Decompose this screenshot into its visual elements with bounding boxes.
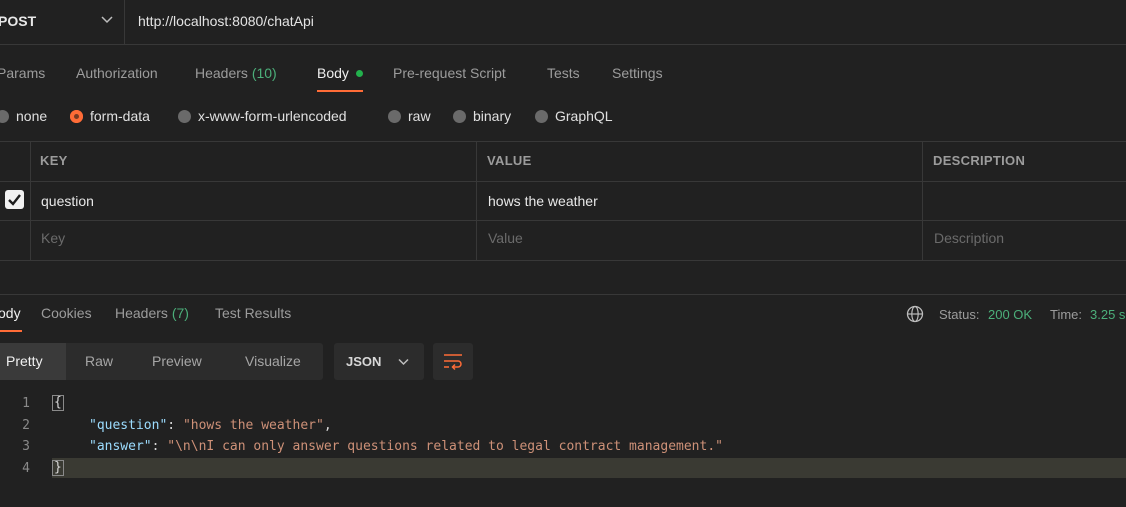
tab-headers[interactable]: Headers (10) (195, 65, 277, 81)
tab-authorization[interactable]: Authorization (76, 65, 158, 81)
table-column-divider (30, 141, 31, 260)
radio-circle (388, 110, 401, 123)
body-indicator-dot (356, 70, 363, 77)
view-visualize-button[interactable]: Visualize (245, 343, 301, 380)
new-key-input[interactable]: Key (41, 230, 65, 246)
new-value-input[interactable]: Value (488, 230, 523, 246)
format-label: JSON (346, 354, 382, 369)
json-key: "answer" (89, 439, 152, 454)
json-string-value: "\n\nI can only answer questions related… (167, 439, 723, 454)
json-comma: , (323, 418, 332, 433)
row-value-input[interactable]: hows the weather (488, 193, 598, 209)
tab-params[interactable]: Params (0, 65, 45, 81)
table-divider (0, 220, 1126, 221)
json-key: "question" (89, 418, 168, 433)
wrap-lines-icon (444, 354, 462, 371)
code-line-4[interactable]: } (52, 460, 64, 476)
table-column-divider (922, 141, 923, 260)
current-line-highlight (52, 458, 1126, 478)
code-line-1[interactable]: { (52, 395, 64, 411)
column-header-key: KEY (40, 153, 68, 168)
active-tab-underline (317, 90, 363, 92)
radio-circle-selected (70, 110, 83, 123)
line-number: 3 (22, 439, 30, 454)
radio-label: raw (408, 108, 431, 124)
tab-body[interactable]: Body (317, 65, 349, 81)
tab-response-headers-label: Headers (115, 305, 168, 321)
chevron-down-icon (398, 358, 409, 366)
line-number: 2 (22, 418, 30, 433)
row-checkbox[interactable] (5, 190, 24, 209)
table-column-divider (476, 141, 477, 260)
globe-icon[interactable] (906, 305, 924, 323)
code-line-2[interactable]: "question": "hows the weather", (89, 418, 332, 433)
new-description-input[interactable]: Description (934, 230, 1004, 246)
headers-count: (10) (251, 65, 277, 81)
radio-circle (453, 110, 466, 123)
tab-headers-label: Headers (195, 65, 248, 81)
radio-binary[interactable]: binary (453, 108, 511, 126)
check-icon (8, 194, 21, 206)
column-header-description: DESCRIPTION (933, 153, 1026, 168)
chevron-down-icon (101, 16, 113, 24)
radio-form-data[interactable]: form-data (70, 108, 150, 126)
radio-label: x-www-form-urlencoded (198, 108, 347, 124)
view-preview-button[interactable]: Preview (152, 343, 202, 380)
radio-x-www-form-urlencoded[interactable]: x-www-form-urlencoded (178, 108, 347, 126)
time-label: Time: (1050, 307, 1083, 322)
response-divider (0, 294, 1126, 295)
line-number: 1 (22, 396, 30, 411)
radio-circle (535, 110, 548, 123)
json-string-value: "hows the weather" (182, 418, 324, 433)
column-header-value: VALUE (487, 153, 532, 168)
tab-tests[interactable]: Tests (547, 65, 580, 81)
radio-circle (178, 110, 191, 123)
active-tab-underline (0, 330, 22, 332)
line-number: 4 (22, 461, 30, 476)
tab-response-headers[interactable]: Headers (7) (115, 305, 189, 321)
radio-none[interactable]: none (0, 108, 47, 126)
view-pretty-button[interactable]: Pretty (0, 343, 66, 380)
url-input[interactable]: http://localhost:8080/chatApi (138, 13, 314, 29)
tab-cookies[interactable]: Cookies (41, 305, 92, 321)
radio-label: binary (473, 108, 512, 124)
method-selector[interactable]: POST (0, 0, 125, 44)
table-divider (0, 181, 1126, 182)
radio-circle (0, 110, 9, 123)
tab-response-body[interactable]: ody (0, 305, 21, 321)
response-headers-count: (7) (171, 305, 189, 321)
tab-test-results[interactable]: Test Results (215, 305, 291, 321)
open-brace: { (52, 395, 64, 411)
time-value: 3.25 s (1090, 307, 1126, 322)
code-line-3[interactable]: "answer": "\n\nI can only answer questio… (89, 439, 723, 454)
radio-label: GraphQL (555, 108, 613, 124)
method-label: POST (0, 13, 37, 29)
radio-raw[interactable]: raw (388, 108, 431, 126)
radio-graphql[interactable]: GraphQL (535, 108, 613, 126)
row-key-input[interactable]: question (41, 193, 94, 209)
view-raw-button[interactable]: Raw (85, 343, 113, 380)
tab-pre-request-script[interactable]: Pre-request Script (393, 65, 506, 81)
radio-label: form-data (90, 108, 150, 124)
status-value: 200 OK (988, 307, 1033, 322)
wrap-lines-button[interactable] (433, 343, 473, 380)
radio-label: none (16, 108, 48, 124)
tab-settings[interactable]: Settings (612, 65, 663, 81)
status-label: Status: (939, 307, 980, 322)
close-brace: } (52, 460, 64, 476)
